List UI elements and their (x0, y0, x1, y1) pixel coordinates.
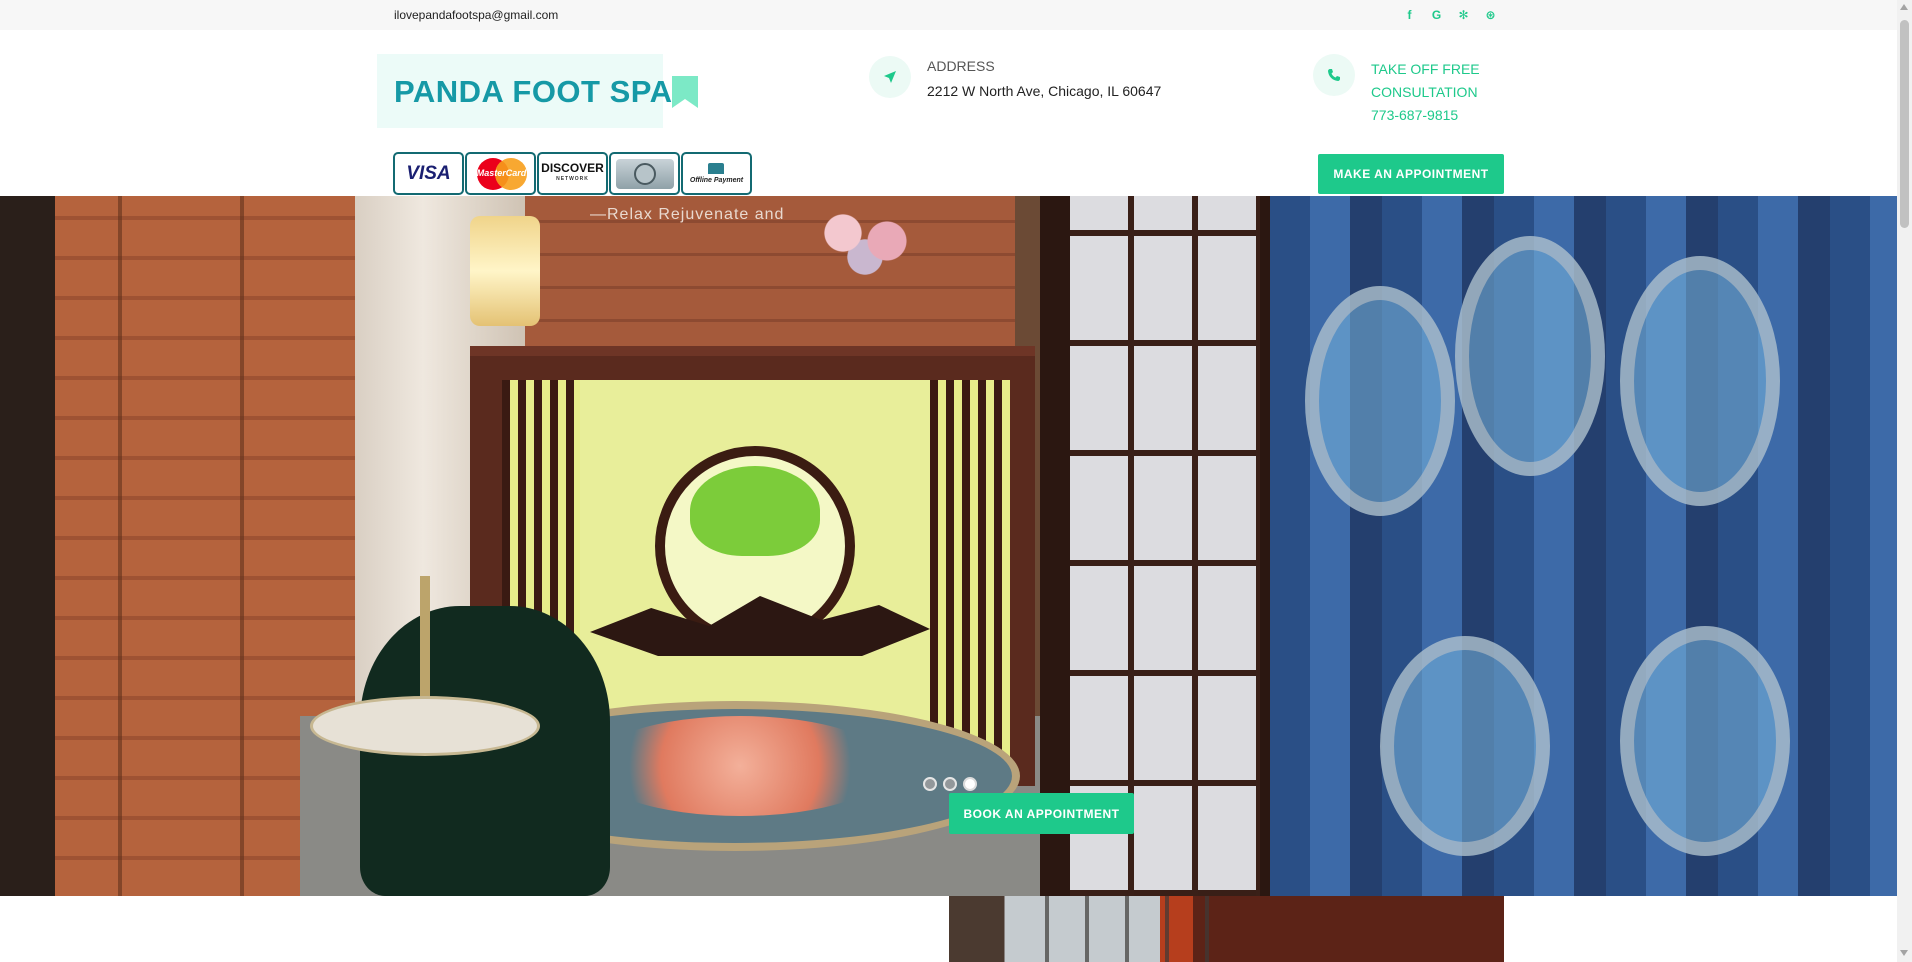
yelp-icon[interactable]: ✻ (1456, 7, 1471, 22)
slider-dot-2[interactable] (943, 777, 957, 791)
payment-methods: VISA MasterCard DISCOVER NETWORK Offline … (393, 152, 752, 195)
discover-network: NETWORK (556, 175, 589, 182)
slider-dot-3[interactable] (963, 777, 977, 791)
gallery-image (949, 896, 1504, 962)
make-appointment-button[interactable]: MAKE AN APPOINTMENT (1318, 154, 1504, 194)
discover-logo: DISCOVER NETWORK (541, 160, 604, 185)
discover-card: DISCOVER NETWORK (537, 152, 608, 195)
location-arrow-icon (869, 56, 911, 98)
scroll-up-arrow-icon[interactable] (1900, 4, 1908, 10)
offline-payment-label: Offline Payment (689, 176, 744, 184)
facebook-icon[interactable]: f (1402, 7, 1417, 22)
offline-payment-card: Offline Payment (681, 152, 752, 195)
google-icon[interactable]: G (1429, 7, 1444, 22)
hero-slider: —Relax Rejuvenate and (0, 196, 1897, 896)
slider-dots (923, 777, 977, 791)
shop-icon (708, 162, 725, 174)
offline-payment-logo: Offline Payment (689, 162, 744, 185)
visa-card: VISA (393, 152, 464, 195)
bookmark-icon (672, 76, 698, 108)
phone-icon (1313, 54, 1355, 96)
tripadvisor-icon[interactable]: ⊛ (1483, 7, 1498, 22)
address-value: 2212 W North Ave, Chicago, IL 60647 (927, 83, 1162, 99)
book-appointment-button[interactable]: BOOK AN APPOINTMENT (949, 793, 1134, 834)
visa-logo: VISA (406, 162, 451, 184)
contact-email[interactable]: ilovepandafootspa@gmail.com (394, 8, 558, 22)
page: ilovepandafootspa@gmail.com f G ✻ ⊛ PAND… (0, 0, 1912, 962)
page-scrollbar[interactable] (1897, 0, 1912, 962)
consultation-label: TAKE OFF FREE CONSULTATION (1371, 61, 1480, 100)
top-bar: ilovepandafootspa@gmail.com f G ✻ ⊛ (0, 0, 1897, 30)
amex-logo (615, 158, 674, 189)
address-label: ADDRESS (927, 58, 995, 74)
amex-card (609, 152, 680, 195)
mastercard-label: MasterCard (476, 167, 527, 178)
scroll-thumb[interactable] (1900, 20, 1909, 228)
mastercard-card: MasterCard (465, 152, 536, 195)
discover-label: DISCOVER (541, 160, 604, 175)
mastercard-logo: MasterCard (473, 157, 529, 190)
scroll-down-arrow-icon[interactable] (1900, 950, 1908, 956)
slider-dot-1[interactable] (923, 777, 937, 791)
site-logo[interactable]: PANDA FOOT SPA (394, 74, 673, 110)
phone-number[interactable]: 773-687-9815 (1371, 107, 1458, 123)
social-links: f G ✻ ⊛ (1402, 7, 1498, 22)
hero-wall-sign: —Relax Rejuvenate and (590, 206, 785, 223)
